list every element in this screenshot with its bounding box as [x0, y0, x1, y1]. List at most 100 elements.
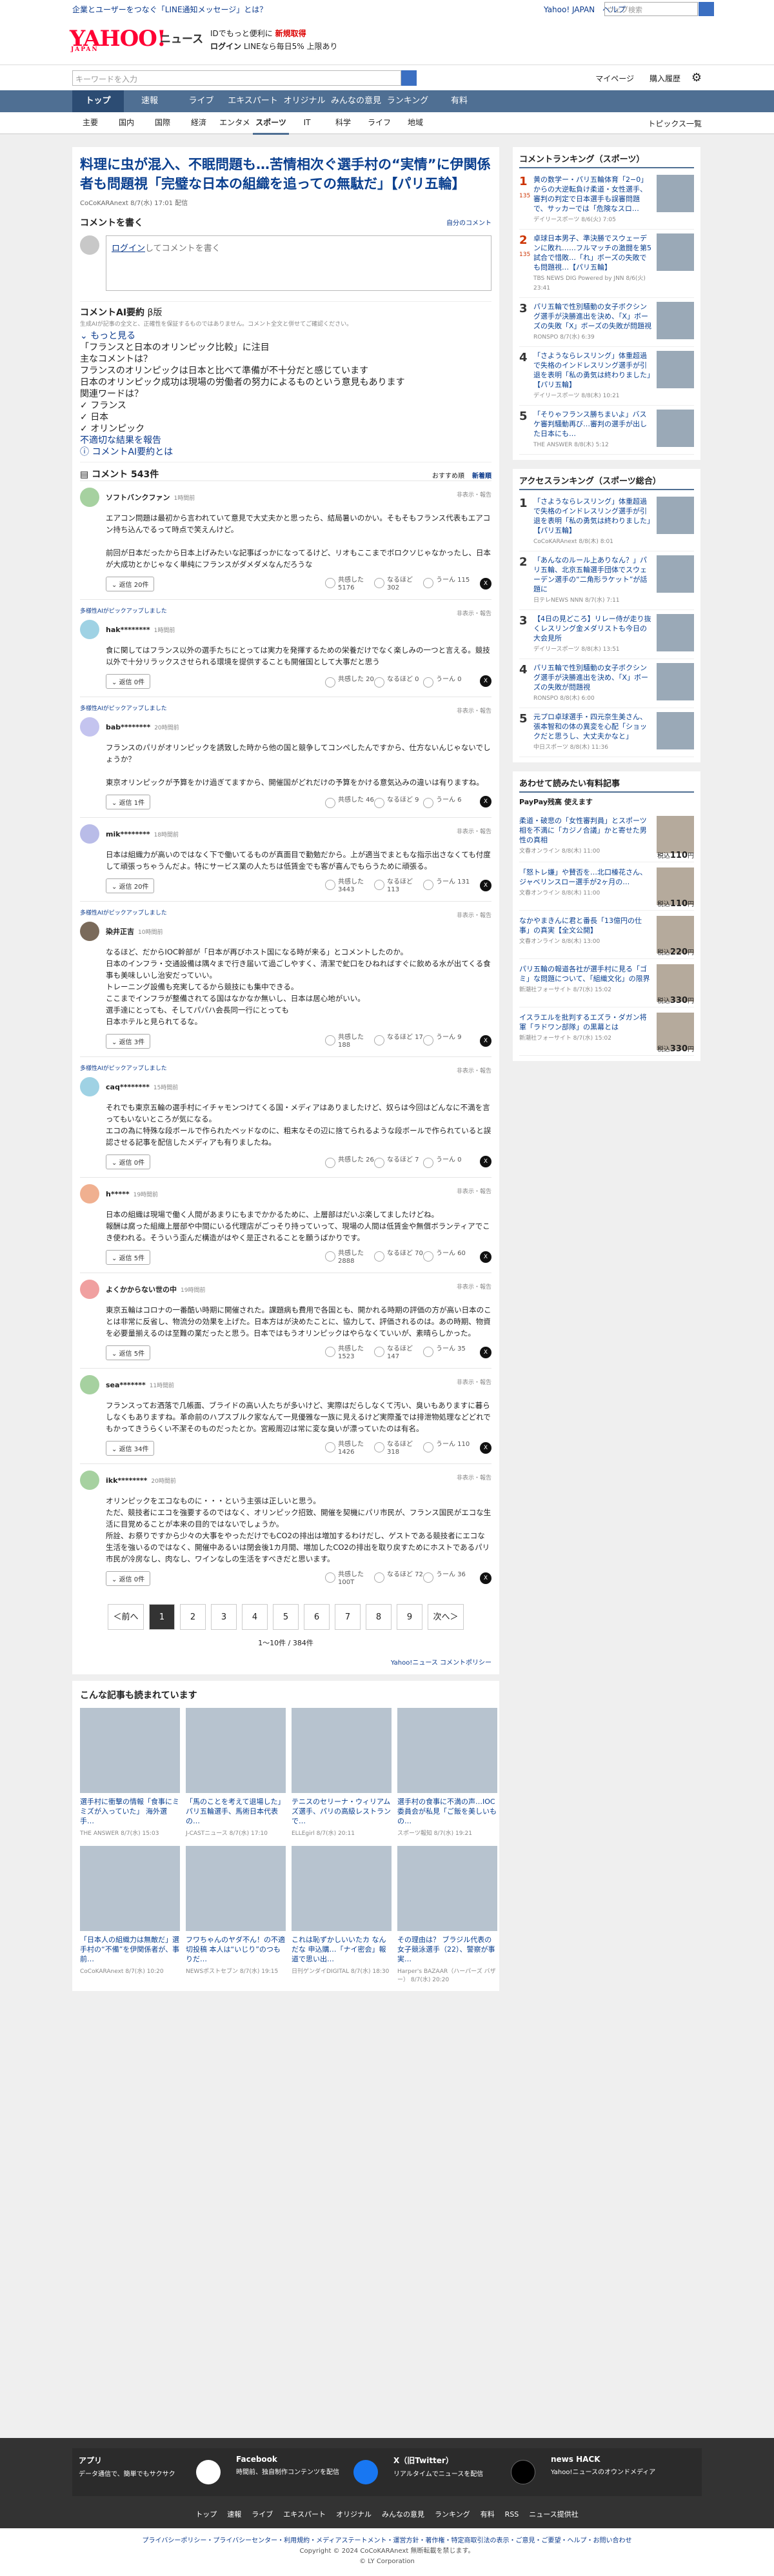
next-button[interactable]: 次へ＞ [428, 1604, 464, 1630]
username[interactable]: sea******* [106, 1381, 146, 1389]
hide-report-link[interactable]: 非表示・報告 [457, 911, 491, 919]
category-item[interactable]: スポーツ [253, 112, 289, 135]
news-hack-promo[interactable]: news HACK Yahoo!ニュースのオウンドメディア [544, 2448, 702, 2496]
topics-list-link[interactable]: トピックス一覧 [648, 118, 702, 129]
x-share-icon[interactable]: X [480, 675, 491, 687]
about-ai-link[interactable]: ⓘ コメントAI要約とは [80, 446, 491, 458]
footer-link[interactable]: ライブ [252, 2510, 273, 2519]
reaction-button[interactable]: うーん 36 [423, 1571, 472, 1587]
category-item[interactable]: 地域 [397, 112, 433, 135]
nav-item[interactable]: オリジナル [279, 90, 330, 112]
x-share-icon[interactable]: X [480, 1572, 491, 1584]
search-button[interactable] [401, 70, 417, 86]
username[interactable]: 染井正吉 [106, 926, 134, 936]
category-item[interactable]: IT [289, 112, 325, 135]
login-link[interactable]: ログイン [112, 244, 145, 253]
paid-item[interactable]: パリ五輪の報道各社が選手村に見る「ゴミ」な問題について、「組織文化」の限界 新潮社… [519, 959, 694, 1007]
category-item[interactable]: 科学 [325, 112, 361, 135]
recommended-item[interactable]: その理由は？ ブラジル代表の女子競泳選手（22）、警察が事実… Harper's … [397, 1846, 497, 1983]
page-number[interactable]: 7 [335, 1604, 361, 1630]
recommended-item[interactable]: フワちゃんのヤダ不ん！の不適切投稿 本人は“いじり”のつもりだ… NEWSポストセ… [186, 1846, 286, 1983]
hide-report-link[interactable]: 非表示・報告 [457, 706, 491, 715]
reaction-button[interactable]: うーん 0 [423, 676, 472, 688]
nav-item[interactable]: エキスパート [227, 90, 279, 112]
category-item[interactable]: 国内 [108, 112, 144, 135]
avatar[interactable] [80, 1375, 99, 1394]
page-number[interactable]: 9 [397, 1604, 422, 1630]
reaction-button[interactable]: なるほど 318 [374, 1441, 423, 1456]
page-number[interactable]: 8 [366, 1604, 392, 1630]
avatar[interactable] [80, 1077, 99, 1096]
paid-item[interactable]: 「怒トレ嫌」や賛否を…北口榛花さん、ジャベリンスロー選手が2ヶ月の… 文春オンライ… [519, 862, 694, 911]
replies-button[interactable]: ⌄ 返信 1件 [106, 795, 151, 809]
reaction-button[interactable]: なるほど 70 [374, 1250, 423, 1265]
page-number[interactable]: 5 [273, 1604, 299, 1630]
category-item[interactable]: 経済 [181, 112, 217, 135]
nav-item[interactable]: みんなの意見 [330, 90, 382, 112]
x-share-icon[interactable]: X [480, 1156, 491, 1167]
reaction-button[interactable]: うーん 35 [423, 1345, 472, 1361]
x-share-icon[interactable]: X [480, 880, 491, 891]
replies-button[interactable]: ⌄ 返信 0件 [106, 1571, 151, 1586]
footer-policy-links[interactable]: プライバシーポリシー・プライバシーセンター・利用規約・メディアステートメント・運… [0, 2536, 774, 2546]
gear-icon[interactable]: ⚙ [691, 71, 702, 84]
recommended-item[interactable]: 選手村の食事に不満の声…IOC委員会が私見「ご飯を美しいもの… スポーツ報知 8/… [397, 1708, 497, 1837]
reaction-button[interactable]: 共感した 100T [325, 1571, 374, 1587]
hide-report-link[interactable]: 非表示・報告 [457, 1282, 491, 1291]
username[interactable]: hak******** [106, 626, 150, 634]
x-share-icon[interactable]: X [480, 796, 491, 807]
recommended-item[interactable]: 選手村に衝撃の情報「食事にミミズが入っていた」 海外選手… THE ANSWER … [80, 1708, 180, 1837]
reaction-button[interactable]: うーん 6 [423, 797, 472, 808]
app-promo[interactable]: アプリ データ通信で、簡単でもサクサク [72, 2448, 230, 2496]
ranking-item[interactable]: 4 「さようならレスリング」体重超過で失格のインドレスリング選手が引退を表明「私の… [519, 347, 694, 406]
category-item[interactable]: エンタメ [217, 112, 253, 135]
reaction-button[interactable]: 共感した 1523 [325, 1345, 374, 1361]
username[interactable]: bab******** [106, 723, 150, 731]
footer-link[interactable]: 速報 [227, 2510, 241, 2519]
nav-item[interactable]: トップ [72, 90, 124, 112]
recommended-item[interactable]: 「馬のことを考えて退場した」パリ五輪選手、馬術日本代表の… J-CASTニュース … [186, 1708, 286, 1837]
footer-link[interactable]: RSS [505, 2510, 519, 2519]
hide-report-link[interactable]: 非表示・報告 [457, 1378, 491, 1386]
replies-button[interactable]: ⌄ 返信 0件 [106, 1154, 151, 1169]
yahoo-logo[interactable]: YAHOO! JAPAN [70, 26, 166, 53]
facebook-promo[interactable]: Facebook 時間前、独自制作コンテンツを配信 [230, 2448, 387, 2496]
replies-button[interactable]: ⌄ 返信 20件 [106, 577, 155, 591]
mypage-link[interactable]: マイページ [595, 74, 634, 83]
hide-report-link[interactable]: 非表示・報告 [457, 609, 491, 617]
x-share-icon[interactable]: X [480, 1035, 491, 1047]
footer-link[interactable]: オリジナル [336, 2510, 372, 2519]
avatar[interactable] [80, 922, 99, 941]
ranking-item[interactable]: 3 パリ五輪で性別騒動の女子ボクシング選手が決勝進出を決め、「X」ボーズの失敗「X… [519, 298, 694, 347]
username[interactable]: ソフトバンクファン [106, 492, 170, 502]
replies-button[interactable]: ⌄ 返信 0件 [106, 674, 151, 689]
hide-report-link[interactable]: 非表示・報告 [457, 1187, 491, 1195]
ranking-item[interactable]: 5 元プロ卓球選手・四元奈生美さん、張本智和の体の異変を心配「ショックだと思うし、… [519, 708, 694, 757]
avatar[interactable] [80, 620, 99, 639]
ranking-item[interactable]: 3 【4日の見どころ】リレー侍が走り抜くレスリング金メダリストも今日の大会見所 デイ… [519, 610, 694, 659]
x-share-icon[interactable]: X [480, 1251, 491, 1263]
reaction-button[interactable]: 共感した 2888 [325, 1250, 374, 1265]
replies-button[interactable]: ⌄ 返信 20件 [106, 878, 155, 893]
footer-link[interactable]: みんなの意見 [382, 2510, 424, 2519]
news-search-input[interactable]: キーワードを入力 [72, 70, 401, 86]
nav-item[interactable]: 速報 [124, 90, 175, 112]
page-number[interactable]: 6 [304, 1604, 330, 1630]
page-number[interactable]: 2 [180, 1604, 206, 1630]
hide-report-link[interactable]: 非表示・報告 [457, 1066, 491, 1075]
purchase-history-link[interactable]: 購入履歴 [650, 74, 680, 83]
keyword-item[interactable]: ✓ オリンピック [80, 423, 491, 435]
keyword-item[interactable]: ✓ 日本 [80, 411, 491, 423]
web-search-button[interactable] [699, 2, 714, 16]
footer-link[interactable]: ランキング [435, 2510, 470, 2519]
category-item[interactable]: ライフ [361, 112, 397, 135]
category-item[interactable]: 主要 [72, 112, 108, 135]
reaction-button[interactable]: 共感した 26 [325, 1156, 374, 1168]
username[interactable]: ikk******** [106, 1476, 147, 1485]
ranking-item[interactable]: 2 「あんなのルール上ありなん？」パリ五輪、北京五輪選手団体でスウェーデン選手の“… [519, 551, 694, 610]
yahoo-top-link[interactable]: Yahoo! JAPAN [544, 5, 595, 14]
reaction-button[interactable]: うーん 115 [423, 577, 472, 592]
replies-button[interactable]: ⌄ 返信 3件 [106, 1034, 151, 1049]
keyword-item[interactable]: ✓ フランス [80, 400, 491, 411]
recommended-item[interactable]: 「日本人の組織力は無敵だ」選手村の“不備”を伊関係者が、事前… CoCoKARAn… [80, 1846, 180, 1983]
